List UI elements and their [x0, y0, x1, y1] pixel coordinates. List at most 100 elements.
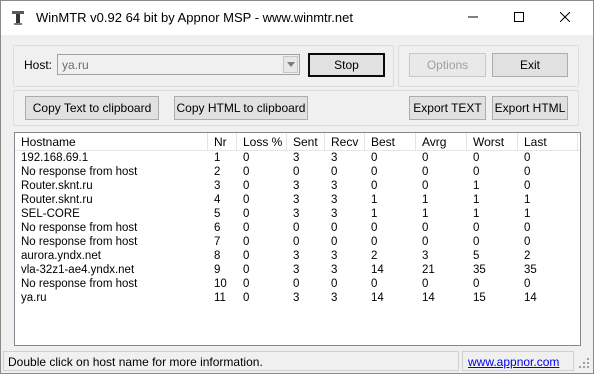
maximize-icon: [514, 11, 524, 25]
cell-loss: 0: [243, 236, 250, 248]
table-row[interactable]: No response from host 6 0 0 0 0 0 0 0: [15, 221, 580, 235]
cell-recv: 3: [331, 208, 338, 220]
host-combobox[interactable]: ya.ru: [57, 54, 300, 75]
cell-best: 0: [371, 222, 378, 234]
table-row[interactable]: Router.sknt.ru 4 0 3 3 1 1 1 1: [15, 193, 580, 207]
cell-best: 0: [371, 236, 378, 248]
stop-button[interactable]: Stop: [308, 53, 385, 77]
cell-loss: 0: [243, 292, 250, 304]
cell-hostname[interactable]: SEL-CORE: [21, 207, 80, 221]
resize-grip-icon[interactable]: [577, 356, 591, 370]
table-row[interactable]: vla-32z1-ae4.yndx.net 9 0 3 3 14 21 35 35: [15, 263, 580, 277]
host-label: Host:: [24, 58, 53, 72]
cell-worst: 0: [473, 236, 480, 248]
cell-best: 1: [371, 194, 378, 206]
cell-nr: 10: [214, 278, 227, 290]
cell-sent: 3: [293, 152, 300, 164]
cell-avrg: 0: [422, 152, 429, 164]
cell-sent: 3: [293, 180, 300, 192]
options-button[interactable]: Options: [409, 53, 486, 77]
cell-recv: 3: [331, 292, 338, 304]
cell-hostname[interactable]: No response from host: [21, 221, 137, 235]
cell-best: 2: [371, 250, 378, 262]
cell-sent: 3: [293, 264, 300, 276]
cell-nr: 9: [214, 264, 221, 276]
cell-worst: 35: [473, 264, 486, 276]
column-header-last[interactable]: Last: [518, 133, 578, 151]
cell-hostname[interactable]: ya.ru: [21, 291, 47, 305]
cell-hostname[interactable]: No response from host: [21, 235, 137, 249]
cell-recv: 3: [331, 152, 338, 164]
cell-sent: 0: [293, 166, 300, 178]
cell-sent: 0: [293, 222, 300, 234]
cell-hostname[interactable]: 192.168.69.1: [21, 151, 88, 165]
cell-hostname[interactable]: No response from host: [21, 277, 137, 291]
cell-sent: 3: [293, 292, 300, 304]
cell-last: 14: [524, 292, 537, 304]
title-bar[interactable]: WinMTR v0.92 64 bit by Appnor MSP - www.…: [1, 1, 593, 35]
cell-hostname[interactable]: Router.sknt.ru: [21, 179, 93, 193]
cell-hostname[interactable]: Router.sknt.ru: [21, 193, 93, 207]
cell-last: 0: [524, 278, 531, 290]
cell-recv: 0: [331, 222, 338, 234]
cell-loss: 0: [243, 278, 250, 290]
cell-worst: 1: [473, 194, 480, 206]
exit-button[interactable]: Exit: [492, 53, 568, 77]
minimize-button[interactable]: [450, 1, 496, 34]
table-row[interactable]: SEL-CORE 5 0 3 3 1 1 1 1: [15, 207, 580, 221]
column-header-best[interactable]: Best: [365, 133, 416, 151]
cell-hostname[interactable]: aurora.yndx.net: [21, 249, 101, 263]
cell-best: 0: [371, 152, 378, 164]
cell-hostname[interactable]: vla-32z1-ae4.yndx.net: [21, 263, 134, 277]
cell-best: 14: [371, 264, 384, 276]
close-button[interactable]: [542, 1, 588, 34]
table-row[interactable]: aurora.yndx.net 8 0 3 3 2 3 5 2: [15, 249, 580, 263]
export-html-button[interactable]: Export HTML: [492, 96, 568, 120]
copy-html-button[interactable]: Copy HTML to clipboard: [174, 96, 308, 120]
cell-last: 1: [524, 208, 531, 220]
cell-worst: 15: [473, 292, 486, 304]
table-row[interactable]: Router.sknt.ru 3 0 3 3 0 0 1 0: [15, 179, 580, 193]
table-row[interactable]: ya.ru 11 0 3 3 14 14 15 14: [15, 291, 580, 305]
column-header-avrg[interactable]: Avrg: [416, 133, 467, 151]
cell-avrg: 0: [422, 236, 429, 248]
chevron-down-icon[interactable]: [283, 56, 298, 73]
cell-loss: 0: [243, 152, 250, 164]
results-table[interactable]: Hostname Nr Loss % Sent Recv Best Avrg Worst Las…: [14, 132, 581, 346]
link-pane: www.appnor.com: [462, 351, 574, 371]
cell-best: 0: [371, 166, 378, 178]
cell-nr: 4: [214, 194, 221, 206]
table-header: Hostname Nr Loss % Sent Recv Best Avrg Worst Las…: [15, 133, 580, 151]
cell-last: 2: [524, 250, 531, 262]
column-header-hostname[interactable]: Hostname: [15, 133, 208, 151]
column-header-nr[interactable]: Nr: [208, 133, 237, 151]
export-text-button[interactable]: Export TEXT: [409, 96, 486, 120]
cell-worst: 0: [473, 278, 480, 290]
cell-avrg: 21: [422, 264, 435, 276]
copy-text-button[interactable]: Copy Text to clipboard: [25, 96, 159, 120]
table-row[interactable]: No response from host 7 0 0 0 0 0 0 0: [15, 235, 580, 249]
maximize-button[interactable]: [496, 1, 542, 34]
column-header-worst[interactable]: Worst: [467, 133, 518, 151]
cell-best: 1: [371, 208, 378, 220]
cell-sent: 3: [293, 208, 300, 220]
cell-hostname[interactable]: No response from host: [21, 165, 137, 179]
cell-loss: 0: [243, 208, 250, 220]
table-row[interactable]: No response from host 2 0 0 0 0 0 0 0: [15, 165, 580, 179]
cell-last: 1: [524, 194, 531, 206]
column-header-sent[interactable]: Sent: [287, 133, 325, 151]
appnor-link[interactable]: www.appnor.com: [468, 355, 559, 369]
cell-nr: 1: [214, 152, 221, 164]
cell-nr: 5: [214, 208, 221, 220]
cell-worst: 0: [473, 152, 480, 164]
host-input[interactable]: ya.ru: [62, 58, 89, 72]
cell-loss: 0: [243, 166, 250, 178]
column-header-loss[interactable]: Loss %: [237, 133, 287, 151]
table-row[interactable]: 192.168.69.1 1 0 3 3 0 0 0 0: [15, 151, 580, 165]
cell-recv: 0: [331, 236, 338, 248]
cell-last: 35: [524, 264, 537, 276]
cell-recv: 3: [331, 194, 338, 206]
cell-loss: 0: [243, 250, 250, 262]
column-header-recv[interactable]: Recv: [325, 133, 365, 151]
table-row[interactable]: No response from host 10 0 0 0 0 0 0 0: [15, 277, 580, 291]
